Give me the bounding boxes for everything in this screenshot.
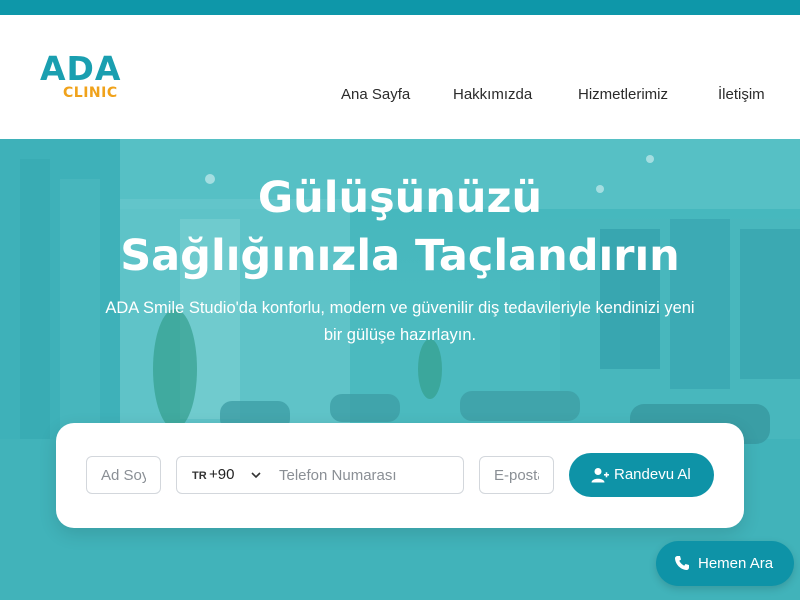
phone-icon xyxy=(675,556,689,570)
nav-item-services[interactable]: Hizmetlerimiz xyxy=(578,85,668,105)
site-header: ADA CLINIC Ana Sayfa Hakkımızda Hizmetle… xyxy=(0,15,800,139)
top-accent-bar xyxy=(0,0,800,15)
hero-title-line1: Gülüşünüzü xyxy=(257,173,543,223)
logo-main-text: ADA xyxy=(40,49,122,88)
appointment-button[interactable]: Randevu Al xyxy=(569,453,714,497)
hero-title-line2: Sağlığınızla Taçlandırın xyxy=(120,231,680,281)
email-input[interactable] xyxy=(479,456,554,494)
appointment-form: TR +90 Randevu Al xyxy=(56,423,744,528)
chevron-down-icon xyxy=(251,472,261,479)
appointment-button-label: Randevu Al xyxy=(614,466,691,483)
hero-description-line1: ADA Smile Studio'da konforlu, modern ve … xyxy=(105,299,695,317)
nav-item-home[interactable]: Ana Sayfa xyxy=(341,85,410,105)
nav-item-about[interactable]: Hakkımızda xyxy=(453,85,532,105)
phone-input[interactable] xyxy=(265,456,464,494)
main-nav: Ana Sayfa Hakkımızda Hizmetlerimiz İleti… xyxy=(0,85,800,105)
hero-section: Gülüşünüzü Sağlığınızla Taçlandırın ADA … xyxy=(0,139,800,600)
name-input[interactable] xyxy=(86,456,161,494)
hero-description-line2: bir gülüşe hazırlayın. xyxy=(323,326,477,344)
user-plus-icon xyxy=(591,468,609,483)
country-flag: TR xyxy=(192,470,207,482)
nav-item-contact[interactable]: İletişim xyxy=(718,85,765,105)
call-now-button[interactable]: Hemen Ara xyxy=(656,541,794,586)
country-code-value: +90 xyxy=(209,466,235,483)
call-now-label: Hemen Ara xyxy=(698,555,774,572)
country-code-select[interactable]: TR +90 xyxy=(176,456,266,494)
